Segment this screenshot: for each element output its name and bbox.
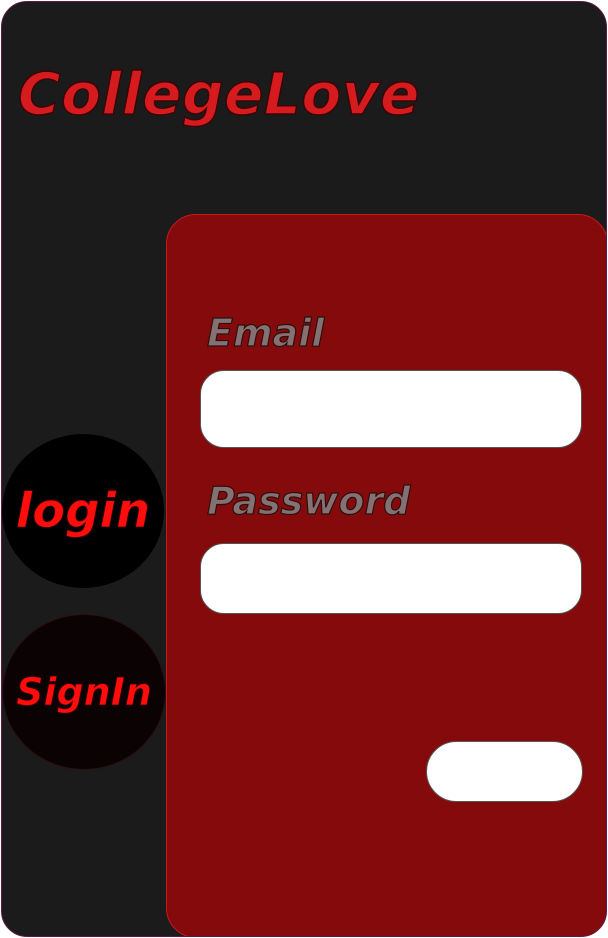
brand-logo-text: CollegeLove [17, 59, 420, 129]
email-input[interactable] [200, 370, 582, 448]
password-label: Password [206, 478, 411, 523]
app-window: CollegeLove login SignIn Email Password [1, 1, 607, 937]
signin-tab-button[interactable]: SignIn [2, 614, 166, 770]
submit-button[interactable] [426, 741, 583, 802]
login-tab-button[interactable]: login [2, 434, 164, 588]
email-label: Email [206, 310, 325, 355]
login-form-panel: Email Password [166, 214, 606, 936]
password-input[interactable] [200, 543, 582, 614]
